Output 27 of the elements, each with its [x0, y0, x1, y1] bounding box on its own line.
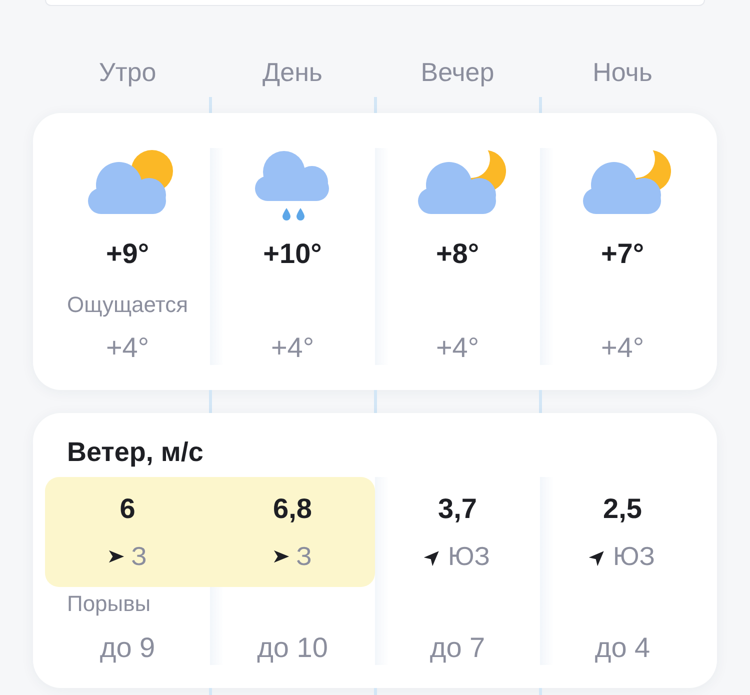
wind-direction: З [131, 540, 147, 572]
period-label: Ночь [592, 56, 654, 88]
feels-like-temperature: +4° [436, 331, 480, 365]
wind-direction: ЮЗ [613, 540, 655, 572]
wind-gusts: до 10 [257, 631, 328, 665]
wind-speed: 2,5 [603, 492, 642, 526]
wind-direction: ЮЗ [448, 540, 490, 572]
wind-speed: 6,8 [273, 492, 312, 526]
period-label: Вечер [420, 56, 496, 88]
feels-like-temperature: +4° [600, 331, 644, 365]
feels-like-temperature: +4° [106, 331, 150, 365]
wind-gusts: до 7 [430, 631, 486, 665]
wind-gusts: до 4 [594, 631, 650, 665]
wind-direction: З [296, 540, 312, 572]
period-label: Утро [98, 56, 158, 88]
temperature: +8° [436, 237, 480, 271]
period-label: День [262, 56, 324, 88]
feels-like-temperature: +4° [270, 331, 314, 365]
temperature: +10° [263, 237, 322, 271]
wind-title: Ветер, м/с [66, 436, 204, 469]
temperature: +7° [600, 237, 644, 271]
temperature: +9° [106, 237, 150, 271]
gusts-label: Порывы [67, 590, 151, 618]
wind-gusts: до 9 [100, 631, 156, 665]
wind-speed: 6 [120, 492, 136, 526]
feels-like-label: Ощущается [67, 291, 188, 319]
wind-speed: 3,7 [438, 492, 477, 526]
